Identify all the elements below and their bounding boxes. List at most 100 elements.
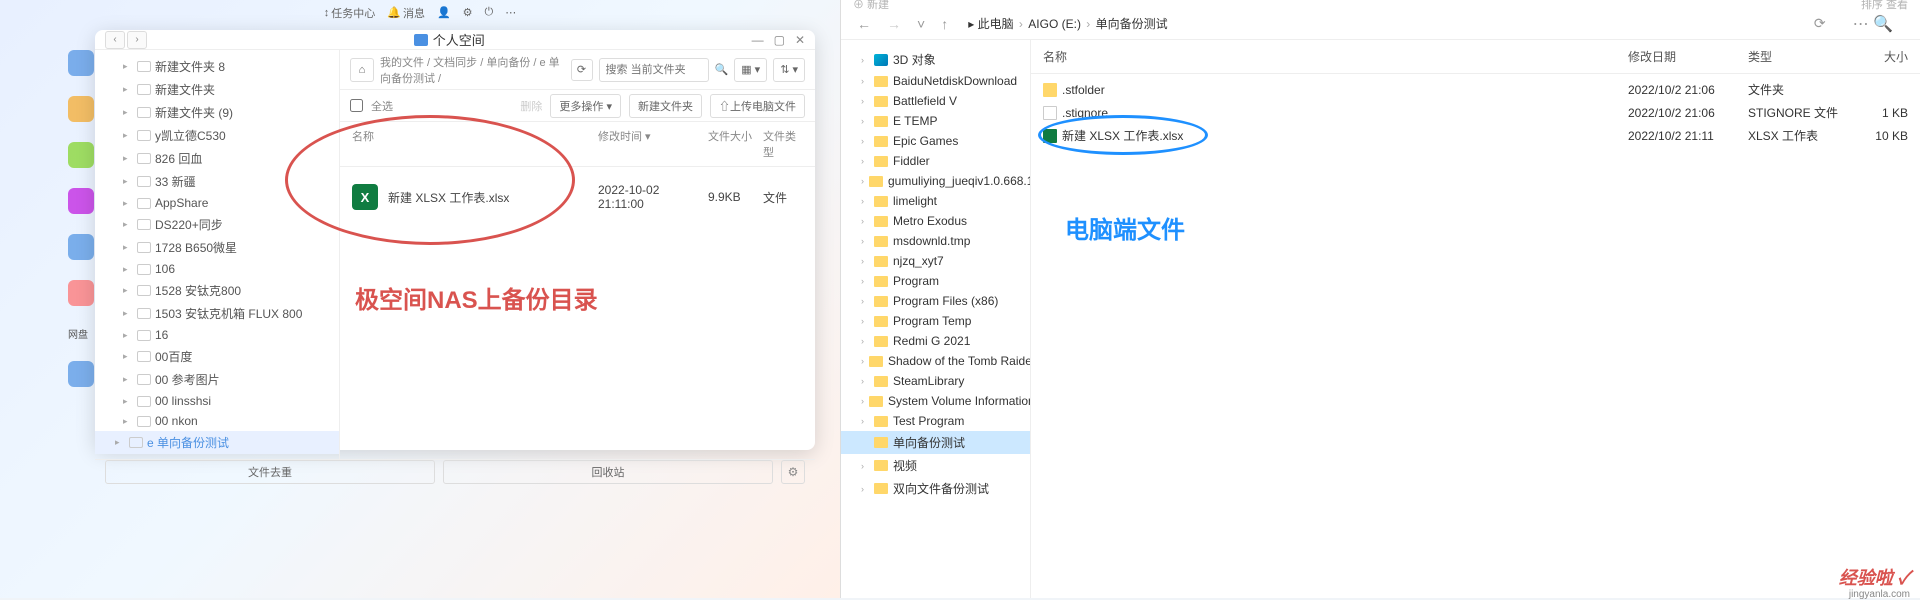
tree-item[interactable]: ▸00 nkon — [95, 411, 339, 431]
tree-item[interactable]: ▸AppShare — [95, 193, 339, 213]
explorer-tree-item[interactable]: ›Metro Exodus — [841, 211, 1030, 231]
explorer-new[interactable]: ⊕ 新建 — [853, 0, 889, 12]
dock-app-4[interactable] — [68, 188, 94, 214]
explorer-tree-item[interactable]: ›Epic Games — [841, 131, 1030, 151]
file-row[interactable]: X 新建 XLSX 工作表.xlsx 2022-10-02 21:11:00 9… — [352, 175, 803, 219]
eheader-date[interactable]: 修改日期 — [1628, 48, 1748, 65]
explorer-tree-item[interactable]: ›SteamLibrary — [841, 371, 1030, 391]
tree-item[interactable]: ▸1728 B650微星 — [95, 236, 339, 259]
minimize-button[interactable]: — — [752, 33, 764, 47]
explorer-tree-item[interactable]: ›Program — [841, 271, 1030, 291]
maximize-button[interactable]: ▢ — [774, 33, 785, 47]
explorer-tree-item[interactable]: ›Test Program — [841, 411, 1030, 431]
upload-button[interactable]: ⇧上传电脑文件 — [710, 94, 805, 118]
breadcrumb[interactable]: 我的文件 / 文档同步 / 单向备份 / e 单向备份测试 / — [380, 54, 565, 86]
explorer-tree-item[interactable]: ›System Volume Information — [841, 391, 1030, 411]
search-input[interactable] — [599, 58, 709, 82]
explorer-tree-item[interactable]: ›Battlefield V — [841, 91, 1030, 111]
explorer-tree-item[interactable]: ›Shadow of the Tomb Raider — [841, 351, 1030, 371]
explorer-tree-item[interactable]: ›Program Files (x86) — [841, 291, 1030, 311]
tree-item[interactable]: ▸00百度 — [95, 345, 339, 368]
explorer-tree-item[interactable]: ›Redmi G 2021 — [841, 331, 1030, 351]
explorer-tree-item[interactable]: 单向备份测试 — [841, 431, 1030, 454]
user-icon[interactable]: 👤 — [437, 6, 451, 19]
explorer-file-row[interactable]: .stignore2022/10/2 21:06STIGNORE 文件1 KB — [1043, 101, 1908, 124]
task-center[interactable]: ↕ 任务中心 — [324, 5, 376, 21]
explorer-tree-item[interactable]: ›视频 — [841, 454, 1030, 477]
home-button[interactable]: ⌂ — [350, 58, 374, 82]
header-type[interactable]: 文件类型 — [763, 128, 803, 160]
explorer-tree-item[interactable]: ›Program Temp — [841, 311, 1030, 331]
settings-icon[interactable]: ⚙ — [463, 6, 473, 19]
select-all-label: 全选 — [371, 98, 393, 114]
new-folder-button[interactable]: 新建文件夹 — [629, 94, 702, 118]
close-button[interactable]: ✕ — [795, 33, 805, 47]
explorer-tree-item[interactable]: ›gumuliying_jueqiv1.0.668.1 — [841, 171, 1030, 191]
xlsx-icon: X — [352, 184, 378, 210]
more-ops-button[interactable]: 更多操作 ▾ — [550, 94, 621, 118]
file-name: 新建 XLSX 工作表.xlsx — [388, 189, 598, 206]
explorer-tree-item[interactable]: ›双向文件备份测试 — [841, 477, 1030, 500]
dock-app-2[interactable] — [68, 96, 94, 122]
explorer-file-row[interactable]: .stfolder2022/10/2 21:06文件夹 — [1043, 78, 1908, 101]
tree-item[interactable]: ▸新建文件夹 8 — [95, 55, 339, 78]
explorer-tree-item[interactable]: ›njzq_xyt7 — [841, 251, 1030, 271]
explorer-tree-item[interactable]: ›msdownld.tmp — [841, 231, 1030, 251]
select-all-checkbox[interactable] — [350, 99, 363, 112]
search-icon[interactable]: 🔍 — [715, 63, 729, 76]
watermark-url: jingyanla.com — [1849, 589, 1910, 600]
tree-item[interactable]: ▸1528 安钛克800 — [95, 279, 339, 302]
nav-back-button[interactable]: ‹ — [105, 31, 125, 49]
dock-app-1[interactable] — [68, 50, 94, 76]
tree-item[interactable]: ▸33 新疆 — [95, 170, 339, 193]
recycle-button[interactable]: 回收站 — [443, 460, 773, 484]
sort-button[interactable]: ⇅ ▾ — [773, 58, 805, 82]
tree-item[interactable]: ▸00 参考图片 — [95, 368, 339, 391]
eheader-size[interactable]: 大小 — [1848, 48, 1908, 65]
explorer-tree-item[interactable]: ›3D 对象 — [841, 48, 1030, 71]
tree-item[interactable]: ▸y凯立德C530 — [95, 124, 339, 147]
explorer-tree-item[interactable]: ›E TEMP — [841, 111, 1030, 131]
explorer-up[interactable]: ↑ — [937, 16, 952, 32]
tree-item[interactable]: ▸DS220+同步 — [95, 213, 339, 236]
explorer-back[interactable]: ← — [853, 16, 875, 32]
eheader-name[interactable]: 名称 — [1043, 48, 1628, 65]
tree-item-selected[interactable]: ▸e 单向备份测试 — [95, 431, 339, 454]
dedupe-button[interactable]: 文件去重 — [105, 460, 435, 484]
settings-button[interactable]: ⚙ — [781, 460, 805, 484]
desktop-topbar: ↕ 任务中心 🔔 消息 👤 ⚙ ⏻ ⋯ — [0, 0, 840, 25]
tree-item[interactable]: ▸826 回血 — [95, 147, 339, 170]
explorer-tree-item[interactable]: ›limelight — [841, 191, 1030, 211]
explorer-address-bar[interactable]: ▸ 此电脑 › AIGO (E:) › 单向备份测试 — [960, 12, 1802, 35]
power-icon[interactable]: ⏻ — [485, 6, 494, 19]
nav-forward-button[interactable]: › — [127, 31, 147, 49]
refresh-button[interactable]: ⟳ — [571, 59, 593, 81]
header-name[interactable]: 名称 — [352, 128, 598, 160]
dock-app-5[interactable] — [68, 234, 94, 260]
more-icon[interactable]: ⋯ — [505, 6, 516, 19]
dock-app-3[interactable] — [68, 142, 94, 168]
explorer-file-row[interactable]: 新建 XLSX 工作表.xlsx2022/10/2 21:11XLSX 工作表1… — [1043, 124, 1908, 147]
explorer-tree-item[interactable]: ›BaiduNetdiskDownload — [841, 71, 1030, 91]
view-mode-button[interactable]: ▦ ▾ — [734, 58, 767, 82]
explorer-view-sort[interactable]: 排序 查看 — [1861, 0, 1908, 12]
tree-item[interactable]: ▸新建文件夹 — [95, 78, 339, 101]
messages[interactable]: 🔔 消息 — [387, 5, 425, 21]
tree-item[interactable]: ▸106 — [95, 259, 339, 279]
header-date[interactable]: 修改时间 ▾ — [598, 128, 708, 160]
tree-item[interactable]: ▸00 linsshsi — [95, 391, 339, 411]
explorer-forward[interactable]: → — [883, 16, 905, 32]
file-size: 9.9KB — [708, 190, 763, 204]
tree-item[interactable]: ▸16 — [95, 325, 339, 345]
annotation-blue-label: 电脑端文件 — [1065, 210, 1185, 245]
eheader-type[interactable]: 类型 — [1748, 48, 1848, 65]
tree-item[interactable]: ▸1503 安钛克机箱 FLUX 800 — [95, 302, 339, 325]
explorer-search-icon[interactable]: ⋯ 🔍 — [1838, 14, 1908, 34]
dock-app-6[interactable] — [68, 280, 94, 306]
explorer-refresh[interactable]: ⟳ — [1810, 15, 1830, 32]
explorer-recent[interactable]: ˅ — [913, 16, 929, 32]
header-size[interactable]: 文件大小 — [708, 128, 763, 160]
tree-item[interactable]: ▸新建文件夹 (9) — [95, 101, 339, 124]
dock-app-7[interactable] — [68, 361, 94, 387]
explorer-tree-item[interactable]: ›Fiddler — [841, 151, 1030, 171]
